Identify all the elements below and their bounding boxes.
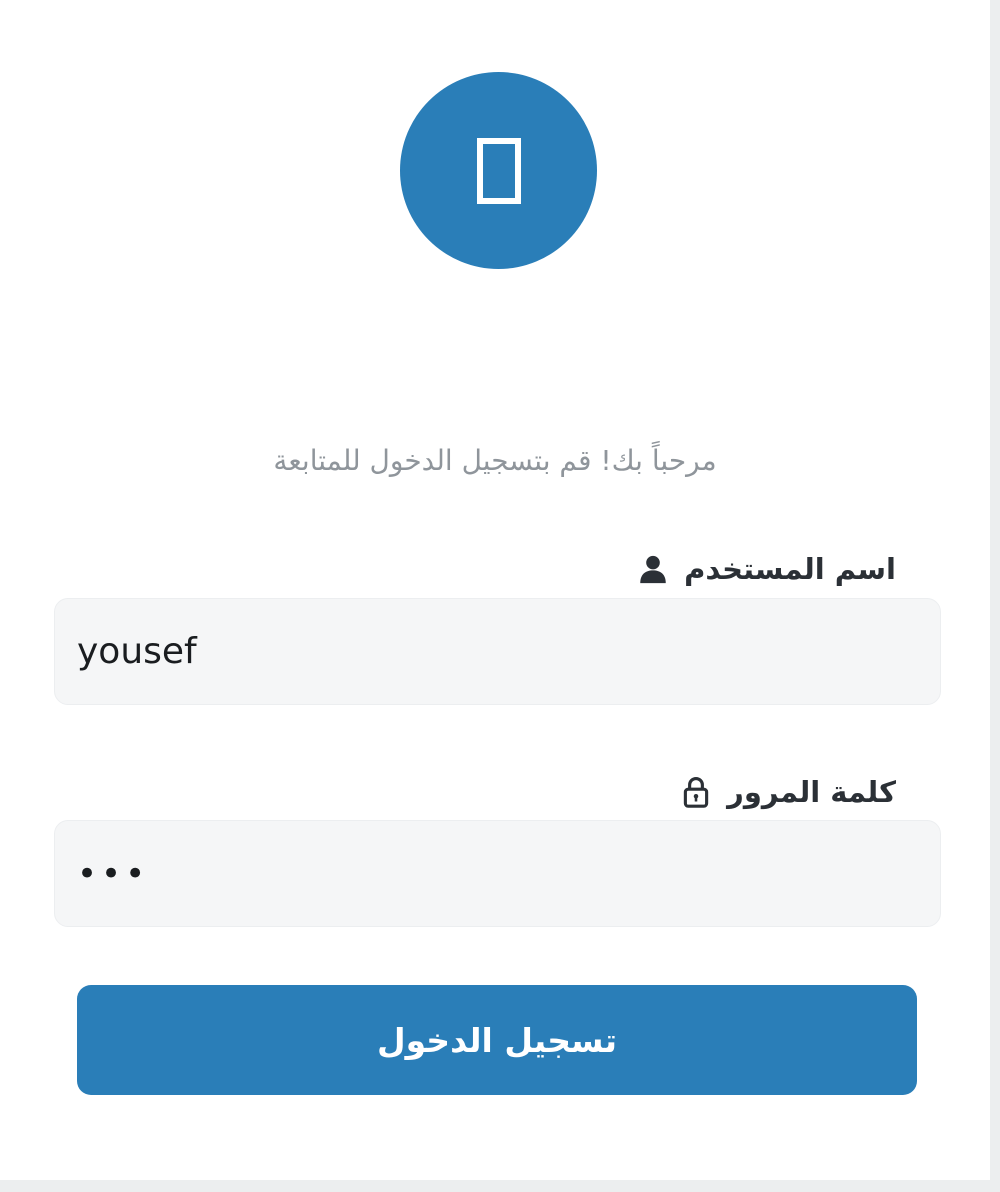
username-label: اسم المستخدم — [636, 552, 896, 586]
username-input[interactable] — [54, 598, 941, 705]
password-input[interactable] — [54, 820, 941, 927]
logo-circle — [400, 72, 597, 269]
password-label: كلمة المرور — [679, 775, 896, 809]
password-label-text: كلمة المرور — [727, 775, 896, 809]
login-card: مرحباً بك! قم بتسجيل الدخول للمتابعة اسم… — [0, 0, 990, 1180]
lock-icon — [679, 775, 713, 809]
missing-glyph-icon — [476, 137, 521, 204]
welcome-message: مرحباً بك! قم بتسجيل الدخول للمتابعة — [273, 444, 717, 477]
login-button[interactable]: تسجيل الدخول — [77, 985, 917, 1095]
username-label-text: اسم المستخدم — [684, 552, 896, 586]
user-icon — [636, 552, 670, 586]
